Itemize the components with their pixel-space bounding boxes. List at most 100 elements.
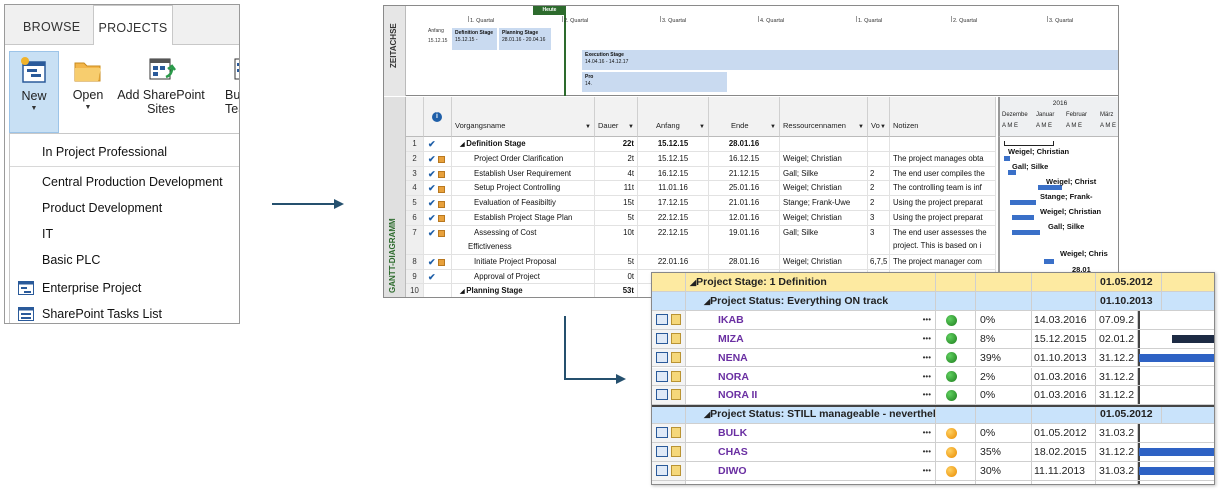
percent-complete-cell[interactable]: 54% xyxy=(976,480,1032,484)
duration-cell[interactable]: 53t xyxy=(595,284,638,297)
gantt-task-bar[interactable] xyxy=(1004,156,1010,161)
finish-date-cell[interactable]: 31.03.2 xyxy=(1096,424,1138,443)
start-cell[interactable]: 11.01.16 xyxy=(638,181,709,196)
percent-complete-cell[interactable]: 0% xyxy=(976,386,1032,405)
finish-date-cell[interactable]: 31.12.2 xyxy=(1096,367,1138,386)
project-icons-cell[interactable] xyxy=(652,424,686,443)
column-header-predecessors[interactable]: Vo ▼ xyxy=(868,97,890,137)
finish-date-cell[interactable]: 31.03.2 xyxy=(1096,462,1138,480)
duration-cell[interactable]: 11t xyxy=(595,181,638,196)
add-sharepoint-sites-button[interactable]: Add SharePoint Sites xyxy=(113,51,209,133)
project-icons-cell[interactable] xyxy=(652,367,686,386)
finish-date-cell[interactable]: 31.12.2 xyxy=(1096,348,1138,367)
task-name-cell[interactable]: ◢ Planning Stage xyxy=(452,284,595,297)
resource-cell[interactable]: Weigel; Christian xyxy=(780,181,868,196)
menu-item-in-project-professional[interactable]: In Project Professional xyxy=(10,140,239,164)
task-name-cell[interactable]: Establish User Requirement xyxy=(452,166,595,181)
percent-complete-cell[interactable]: 8% xyxy=(976,329,1032,348)
duration-cell[interactable]: 4t xyxy=(595,166,638,181)
duration-cell[interactable]: 22t xyxy=(595,137,638,151)
project-name-cell[interactable]: CHAS ••• xyxy=(686,443,936,461)
resource-cell[interactable]: Weigel; Christian xyxy=(780,254,868,269)
table-row[interactable]: 5 ✔ Evaluation of Feasibiltiy 15t 17.12.15 21… xyxy=(406,196,996,211)
notes-cell[interactable]: The controlling team is inf xyxy=(890,181,996,196)
resource-cell[interactable]: Gall; Silke xyxy=(780,166,868,181)
notes-cell[interactable]: The project manages obta xyxy=(890,151,996,166)
percent-complete-cell[interactable]: 30% xyxy=(976,462,1032,480)
project-name-cell[interactable]: FIVE ••• xyxy=(686,480,936,484)
predecessor-cell[interactable]: 2 xyxy=(868,181,890,196)
finish-date-cell[interactable]: 02.01.2 xyxy=(1096,329,1138,348)
column-header-resources[interactable]: Ressourcennamen ▼ xyxy=(780,97,868,137)
project-icons-cell[interactable] xyxy=(652,443,686,461)
more-options-icon[interactable]: ••• xyxy=(923,368,931,386)
timeline-bar-pro[interactable]: Pro 14. xyxy=(582,72,727,92)
project-row[interactable]: CHAS ••• 35% 18.02.2015 31.12.2 xyxy=(652,443,1214,462)
percent-complete-cell[interactable]: 0% xyxy=(976,424,1032,443)
project-row[interactable]: NENA ••• 39% 01.10.2013 31.12.2 xyxy=(652,348,1214,368)
finish-date-cell[interactable]: 31.12.2 xyxy=(1096,386,1138,405)
project-icons-cell[interactable] xyxy=(652,480,686,484)
timeline-pane[interactable]: ZEITACHSE Heute Anfang 15.12.15 1. Quart… xyxy=(384,6,1118,96)
notes-cell[interactable]: Using the project preparat xyxy=(890,196,996,210)
notes-cell[interactable] xyxy=(890,137,996,151)
project-row[interactable]: DIWO ••• 30% 11.11.2013 31.03.2 xyxy=(652,462,1214,481)
duration-cell[interactable]: 5t xyxy=(595,211,638,225)
menu-item-product-development[interactable]: Product Development xyxy=(10,196,239,220)
percent-complete-cell[interactable]: 0% xyxy=(976,310,1032,329)
open-button[interactable]: Open ▼ xyxy=(65,51,111,133)
menu-item-basic-plc[interactable]: Basic PLC xyxy=(10,248,239,272)
group-label-cell[interactable]: ◢Project Status: Everything ON track xyxy=(686,291,936,310)
task-name-cell[interactable]: Setup Project Controlling xyxy=(452,181,595,196)
column-header-end[interactable]: Ende ▼ xyxy=(709,97,780,137)
group-date-cell[interactable]: 01.05.2012 xyxy=(1096,273,1162,291)
project-row[interactable]: NORA ••• 2% 01.03.2016 31.12.2 xyxy=(652,367,1214,387)
task-name-cell[interactable]: Approval of Project xyxy=(452,269,595,284)
end-cell[interactable]: 28.01.16 xyxy=(709,137,780,151)
predecessor-cell[interactable]: 6,7,5 xyxy=(868,254,890,269)
percent-complete-cell[interactable]: 2% xyxy=(976,367,1032,386)
start-cell[interactable]: 22.01.16 xyxy=(638,254,709,269)
project-name-cell[interactable]: IKAB ••• xyxy=(686,310,936,329)
end-cell[interactable]: 16.12.15 xyxy=(709,151,780,166)
start-date-cell[interactable]: 15.12.2015 xyxy=(1032,329,1096,348)
start-date-cell[interactable]: 01.03.2016 xyxy=(1032,367,1096,386)
table-row[interactable]: 8 ✔ Initiate Project Proposal 5t 22.01.16 28.… xyxy=(406,254,996,270)
row-header-corner[interactable] xyxy=(406,97,424,137)
timeline-bar-definition[interactable]: Definition Stage 15.12.15 - xyxy=(452,28,497,50)
end-cell[interactable]: 28.01.16 xyxy=(709,254,780,269)
duration-cell[interactable]: 2t xyxy=(595,151,638,166)
group-label-cell[interactable]: ◢Project Status: STILL manageable - neve… xyxy=(686,405,936,424)
predecessor-cell[interactable] xyxy=(868,137,890,151)
notes-cell[interactable]: The project manager com xyxy=(890,254,996,269)
project-icons-cell[interactable] xyxy=(652,329,686,348)
status-group-row[interactable]: ◢Project Status: Everything ON track 01.1… xyxy=(652,291,1214,311)
project-name-cell[interactable]: NORA II ••• xyxy=(686,386,936,405)
menu-item-central-production-development[interactable]: Central Production Development xyxy=(10,170,239,194)
notes-cell[interactable]: Using the project preparat xyxy=(890,211,996,225)
project-name-cell[interactable]: NENA ••• xyxy=(686,348,936,367)
gantt-task-bar[interactable] xyxy=(1044,259,1054,264)
finish-date-cell[interactable]: 07.09.2 xyxy=(1096,310,1138,329)
resource-cell[interactable]: Weigel; Christian xyxy=(780,211,868,225)
finish-date-cell[interactable]: 31.05.2 xyxy=(1096,480,1138,484)
table-row[interactable]: 1 ✔ ◢ Definition Stage 22t 15.12.15 28.01.16 xyxy=(406,137,996,152)
resource-cell[interactable]: Weigel; Christian xyxy=(780,151,868,166)
finish-date-cell[interactable]: 31.12.2 xyxy=(1096,443,1138,461)
percent-complete-cell[interactable]: 39% xyxy=(976,348,1032,367)
task-name-cell[interactable]: Evaluation of Feasibiltiy xyxy=(452,196,595,210)
task-name-cell[interactable]: Establish Project Stage Plan xyxy=(452,211,595,225)
duration-cell[interactable]: 0t xyxy=(595,269,638,284)
end-cell[interactable]: 12.01.16 xyxy=(709,211,780,225)
task-name-cell[interactable]: Initiate Project Proposal xyxy=(452,254,595,269)
notes-cell[interactable]: The end user compiles the xyxy=(890,166,996,181)
table-row[interactable]: 3 ✔ Establish User Requirement 4t 16.12.15 21… xyxy=(406,166,996,182)
more-options-icon[interactable]: ••• xyxy=(923,386,931,404)
table-row[interactable]: 4 ✔ Setup Project Controlling 11t 11.01.16 25… xyxy=(406,181,996,197)
predecessor-cell[interactable]: 2 xyxy=(868,166,890,181)
end-cell[interactable]: 19.01.16 xyxy=(709,225,780,254)
more-options-icon[interactable]: ••• xyxy=(923,462,931,480)
task-name-cell[interactable]: ◢ Definition Stage xyxy=(452,137,595,151)
project-row[interactable]: NORA II ••• 0% 01.03.2016 31.12.2 xyxy=(652,386,1214,406)
predecessor-cell[interactable] xyxy=(868,151,890,166)
